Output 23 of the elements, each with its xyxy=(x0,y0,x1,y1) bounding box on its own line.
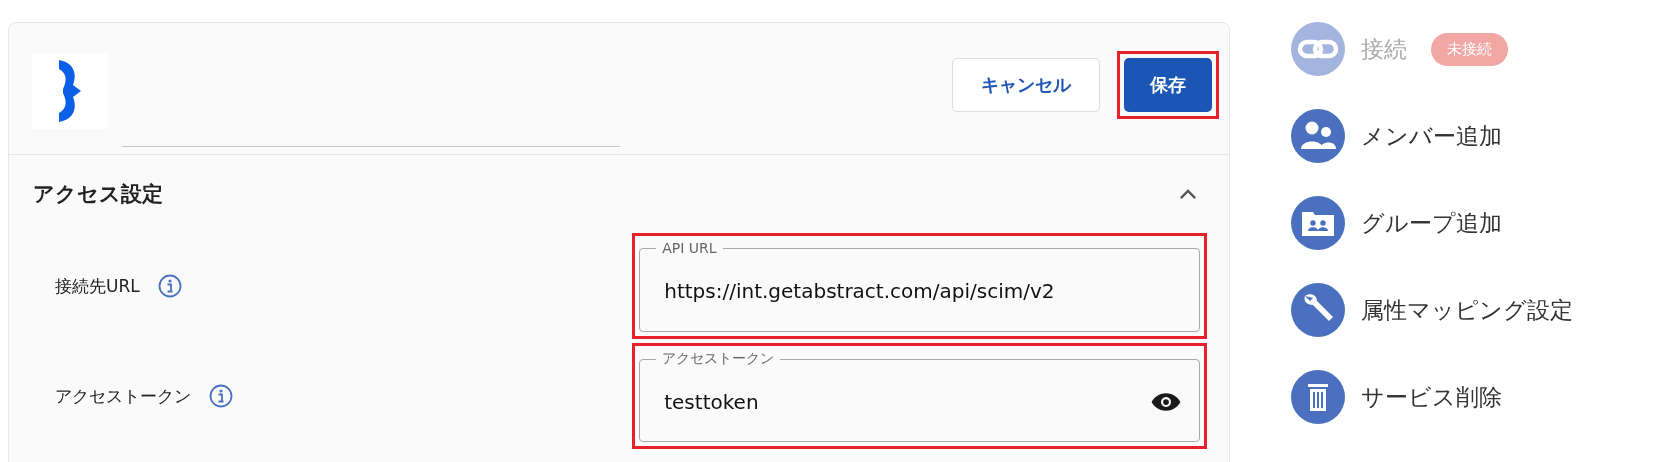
menu-item[interactable]: 属性マッピング設定 xyxy=(1361,294,1573,326)
save-button[interactable]: 保存 xyxy=(1124,58,1212,112)
status-badge: 未接続 xyxy=(1431,32,1508,66)
trash-icon[interactable] xyxy=(1291,370,1345,424)
eye-icon[interactable] xyxy=(1151,391,1181,412)
menu-item[interactable]: サービス削除 xyxy=(1361,381,1502,413)
url-input[interactable]: https://int.getabstract.com/api/scim/v2 xyxy=(662,277,1181,304)
url-field[interactable]: API URL https://int.getabstract.com/api/scim/v2 xyxy=(639,240,1200,332)
chevron-up-icon[interactable] xyxy=(1179,188,1197,200)
info-icon[interactable] xyxy=(157,274,182,298)
menu-item[interactable]: メンバー追加 xyxy=(1361,120,1502,152)
field-label: アクセストークン xyxy=(55,384,191,408)
cancel-button[interactable]: キャンセル xyxy=(952,58,1100,112)
token-field[interactable]: アクセストークン testtoken xyxy=(639,350,1200,442)
group-folder-icon[interactable] xyxy=(1291,196,1345,250)
section-title: アクセス設定 xyxy=(33,181,163,208)
token-input[interactable]: testtoken xyxy=(662,388,1151,415)
field-label: 接続先URL xyxy=(55,274,140,298)
menu-item[interactable]: グループ追加 xyxy=(1361,207,1502,239)
people-icon[interactable] xyxy=(1291,109,1345,163)
info-icon[interactable] xyxy=(209,384,233,408)
logo-icon xyxy=(58,59,82,123)
wrench-icon[interactable] xyxy=(1291,283,1345,337)
